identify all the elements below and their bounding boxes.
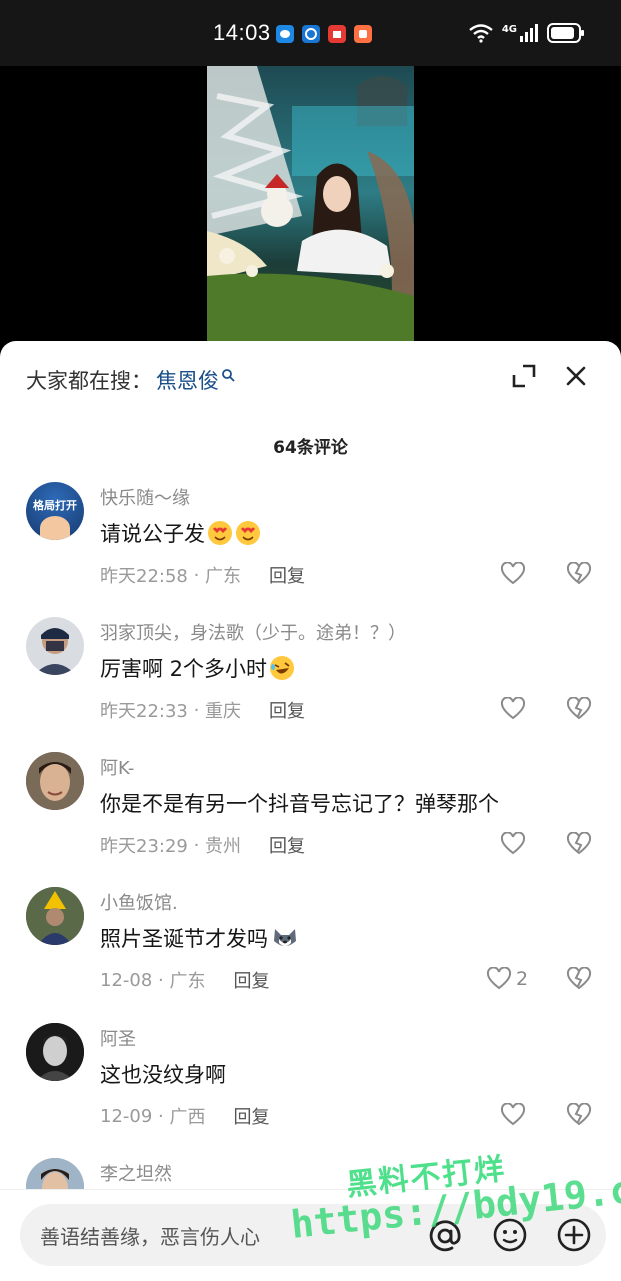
comment-item: 阿圣 这也没纹身啊 12-09 · 广西 回复 — [0, 1023, 621, 1158]
avatar[interactable]: 格局打开 — [26, 482, 84, 540]
comment-username[interactable]: 阿K- — [100, 754, 134, 780]
comment-meta: 昨天22:58 · 广东 回复 — [100, 562, 305, 588]
heart-eyes-emoji-icon — [208, 521, 232, 545]
heart-icon — [486, 967, 512, 990]
comment-username[interactable]: 羽家顶尖，身法歌（少于。途弟！？） — [100, 619, 406, 645]
add-icon[interactable] — [556, 1217, 592, 1253]
like-button[interactable] — [500, 832, 526, 856]
browser-app-icon — [302, 25, 320, 43]
comment-username[interactable]: 快乐随～缘 — [100, 484, 190, 510]
avatar-text: 格局打开 — [33, 499, 77, 512]
signal-icon — [520, 24, 538, 42]
status-bar: 14:03 4G — [0, 0, 621, 66]
comment-text: 这也没纹身啊 — [100, 1063, 226, 1087]
shop-app-icon — [328, 25, 346, 43]
comments-panel: 大家都在搜： 焦恩俊 64条评论 格局打开 快乐随～缘 请说公子发 昨天22:5… — [0, 341, 621, 1280]
like-button[interactable] — [500, 697, 526, 721]
dislike-icon[interactable] — [566, 562, 592, 586]
battery-icon — [547, 23, 584, 43]
wifi-icon — [469, 24, 493, 43]
gallery-app-icon — [354, 25, 372, 43]
dislike-icon[interactable] — [566, 832, 592, 856]
like-button[interactable] — [500, 1103, 526, 1127]
reply-button[interactable]: 回复 — [233, 1103, 269, 1129]
comment-meta: 12-09 · 广西 回复 — [100, 1103, 269, 1129]
comment-text: 厉害啊 2个多小时 — [100, 653, 295, 683]
comment-input[interactable]: 善语结善缘，恶言伤人心 — [20, 1204, 606, 1266]
system-icons: 4G — [468, 23, 585, 43]
reply-button[interactable]: 回复 — [269, 562, 305, 588]
rofl-emoji-icon — [270, 656, 295, 680]
search-icon — [222, 369, 235, 382]
dislike-icon[interactable] — [566, 1103, 592, 1127]
avatar[interactable] — [26, 617, 84, 675]
avatar[interactable] — [26, 752, 84, 810]
trending-search-term[interactable]: 焦恩俊 — [156, 365, 219, 395]
comment-text: 请说公子发 — [100, 518, 261, 548]
heart-icon — [500, 697, 526, 720]
reply-button[interactable]: 回复 — [269, 697, 305, 723]
trending-search[interactable]: 大家都在搜： 焦恩俊 — [26, 365, 235, 395]
comment-meta: 昨天22:33 · 重庆 回复 — [100, 697, 305, 723]
video-thumbnail — [207, 66, 414, 346]
reply-button[interactable]: 回复 — [233, 967, 269, 993]
video-player[interactable] — [0, 66, 621, 346]
comment-item: 羽家顶尖，身法歌（少于。途弟！？） 厉害啊 2个多小时 昨天22:33 · 重庆… — [0, 617, 621, 752]
avatar[interactable] — [26, 1023, 84, 1081]
comment-item: 格局打开 快乐随～缘 请说公子发 昨天22:58 · 广东 回复 — [0, 482, 621, 617]
avatar[interactable] — [26, 887, 84, 945]
trending-search-prefix: 大家都在搜： — [26, 369, 152, 393]
comment-input-placeholder: 善语结善缘，恶言伤人心 — [40, 1225, 260, 1249]
comment-username[interactable]: 小鱼饭馆. — [100, 889, 178, 915]
reply-button[interactable]: 回复 — [269, 832, 305, 858]
comment-username[interactable]: 阿圣 — [100, 1025, 136, 1051]
notification-icons — [276, 25, 372, 43]
comment-meta: 昨天23:29 · 贵州 回复 — [100, 832, 305, 858]
heart-icon — [500, 562, 526, 585]
dislike-icon[interactable] — [566, 697, 592, 721]
like-button[interactable] — [500, 562, 526, 586]
heart-icon — [500, 1103, 526, 1126]
comment-item: 阿K- 你是不是有另一个抖音号忘记了？弹琴那个 昨天23:29 · 贵州 回复 — [0, 752, 621, 887]
dislike-icon[interactable] — [566, 967, 592, 991]
close-icon[interactable] — [563, 363, 589, 389]
comment-meta: 12-08 · 广东 回复 — [100, 967, 269, 993]
husky-emoji-icon — [274, 929, 296, 946]
like-button[interactable]: 2 — [486, 967, 528, 991]
like-count: 2 — [516, 968, 529, 990]
network-type-label: 4G — [501, 23, 517, 35]
chat-app-icon — [276, 25, 294, 43]
comment-count: 64条评论 — [273, 438, 348, 458]
comment-text: 你是不是有另一个抖音号忘记了？弹琴那个 — [100, 792, 499, 816]
mention-icon[interactable] — [426, 1217, 464, 1255]
heart-eyes-emoji-icon — [236, 521, 260, 545]
expand-icon[interactable] — [511, 363, 537, 389]
emoji-picker-icon[interactable] — [492, 1217, 528, 1253]
comment-input-bar: 善语结善缘，恶言伤人心 — [0, 1189, 621, 1281]
comment-text: 照片圣诞节才发吗 — [100, 923, 300, 953]
status-time: 14:03 — [213, 20, 271, 45]
heart-icon — [500, 832, 526, 855]
comment-username[interactable]: 李之坦然 — [100, 1160, 172, 1186]
comment-item: 小鱼饭馆. 照片圣诞节才发吗 12-08 · 广东 回复 2 — [0, 887, 621, 1022]
